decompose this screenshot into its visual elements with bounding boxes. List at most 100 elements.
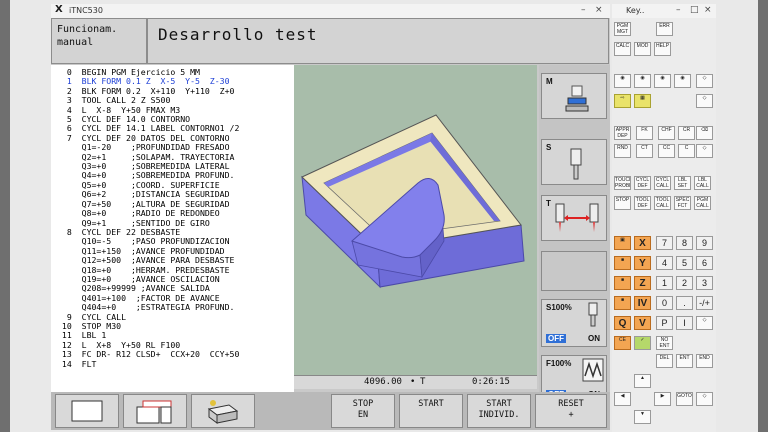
keypad-maximize-button[interactable]: □ xyxy=(690,5,699,15)
key-del[interactable]: DEL xyxy=(656,354,673,368)
softkey-1[interactable] xyxy=(55,394,119,428)
key-mod[interactable]: MOD xyxy=(634,42,651,56)
key-digit-10[interactable]: . xyxy=(676,296,693,310)
key-digit-5[interactable]: 6 xyxy=(696,256,713,270)
key-cycle-16[interactable]: SPEC FCT xyxy=(674,196,691,210)
key-side-b[interactable]: ◇ xyxy=(696,144,713,158)
key-cycle-10[interactable]: CYCL CALL xyxy=(654,176,671,190)
key-digit-6[interactable]: 1 xyxy=(656,276,673,290)
key-side-a[interactable]: ⌫ xyxy=(696,126,713,140)
spindle-override-panel[interactable]: S100% OFF ON xyxy=(541,299,607,347)
key-orange-3[interactable]: ■ xyxy=(614,296,631,310)
spindle-icon xyxy=(570,148,582,180)
reset-button[interactable]: RESET + xyxy=(535,394,607,428)
key-path-2[interactable]: CHF xyxy=(658,126,675,140)
key-cycle-15[interactable]: TOOL CALL xyxy=(654,196,671,210)
softkey-3[interactable] xyxy=(191,394,255,428)
m-function-panel[interactable]: M xyxy=(541,73,607,119)
key-digit-9[interactable]: 0 xyxy=(656,296,673,310)
key-cycle-12[interactable]: LBL CALL xyxy=(694,176,711,190)
minimize-button[interactable]: – xyxy=(581,5,586,15)
key-ent[interactable]: ENT xyxy=(676,354,693,368)
key-path-3[interactable]: CR xyxy=(678,126,695,140)
key-path-0[interactable]: APPR DEP xyxy=(614,126,631,140)
key-axis-iv[interactable]: IV xyxy=(634,296,651,310)
softkey-2[interactable] xyxy=(123,394,187,428)
close-button[interactable]: × xyxy=(595,5,603,15)
key-path-1[interactable]: FK xyxy=(636,126,653,140)
key-digit-11[interactable]: -/+ xyxy=(696,296,713,310)
machine-mode-line1: Funcionam. xyxy=(57,24,118,35)
key-positioning-mode[interactable]: ◉ xyxy=(654,74,671,88)
key-calc[interactable]: CALC xyxy=(614,42,631,56)
key-manual-mode[interactable]: ◉ xyxy=(614,74,631,88)
key-digit-0[interactable]: 7 xyxy=(656,236,673,250)
spindle-on-toggle[interactable]: ON xyxy=(588,334,600,343)
key-i[interactable]: I xyxy=(676,316,693,330)
key-end[interactable]: END xyxy=(696,354,713,368)
key-program-run-full[interactable]: ⇨ xyxy=(614,94,631,108)
view-3planes-icon xyxy=(136,400,172,424)
key-digit-8[interactable]: 3 xyxy=(696,276,713,290)
key-cycle-11[interactable]: LBL SET xyxy=(674,176,691,190)
key-axis-y[interactable]: Y xyxy=(634,256,651,270)
key-cycle-9[interactable]: CYCL DEF xyxy=(634,176,651,190)
start-label: START xyxy=(418,399,444,409)
key-no-ent[interactable]: NO ENT xyxy=(656,336,673,350)
cnc-screen: Funcionam. manual Desarrollo test 0 BEGI… xyxy=(51,18,610,430)
key-goto[interactable]: GOTO xyxy=(676,392,693,406)
key-err[interactable]: ERR xyxy=(656,22,673,36)
status-separator: • xyxy=(410,377,416,387)
key-nav-2[interactable]: ◇ xyxy=(696,94,713,108)
key-digit-1[interactable]: 8 xyxy=(676,236,693,250)
key-help[interactable]: HELP xyxy=(654,42,671,56)
key-check[interactable]: ✓ xyxy=(634,336,651,350)
key-cycle-17[interactable]: PGM CALL xyxy=(694,196,711,210)
start-button[interactable]: START xyxy=(399,394,463,428)
key-cycle-8[interactable]: TOUCH PROBE xyxy=(614,176,631,190)
s-label: S xyxy=(546,143,552,152)
tool-panel[interactable]: T xyxy=(541,195,607,241)
key-cycle-13[interactable]: STOP xyxy=(614,196,631,210)
key-program-run-single[interactable]: ◉ xyxy=(674,74,691,88)
stop-at-button[interactable]: STOP EN xyxy=(331,394,395,428)
key-path-7[interactable]: C xyxy=(678,144,695,158)
feed-icon xyxy=(582,358,604,382)
machine-mode-label: Funcionam. manual xyxy=(51,18,147,64)
spindle-panel[interactable]: S xyxy=(541,139,607,185)
key-p[interactable]: P xyxy=(656,316,673,330)
key-path-4[interactable]: RND xyxy=(614,144,631,158)
key-digit-3[interactable]: 4 xyxy=(656,256,673,270)
key-nav-1[interactable]: ◇ xyxy=(696,74,713,88)
key-axis-z[interactable]: Z xyxy=(634,276,651,290)
key-digit-4[interactable]: 5 xyxy=(676,256,693,270)
key-ce[interactable]: CE xyxy=(614,336,631,350)
start-single-button[interactable]: START INDIVID. xyxy=(467,394,531,428)
key-orange-2[interactable]: ■ xyxy=(614,276,631,290)
key-actual-pos[interactable]: ▣ xyxy=(614,236,631,250)
key-axis-x[interactable]: X xyxy=(634,236,651,250)
key-handwheel-mode[interactable]: ◉ xyxy=(634,74,651,88)
key-arrow-left[interactable]: ◀ xyxy=(614,392,631,406)
key-pgm-mgt[interactable]: PGM MGT xyxy=(614,22,631,36)
spindle-off-toggle[interactable]: OFF xyxy=(546,334,566,343)
key-arrow[interactable]: ◇ xyxy=(696,316,713,330)
key-path-6[interactable]: CC xyxy=(658,144,675,158)
key-q[interactable]: Q xyxy=(614,316,631,330)
key-digit-7[interactable]: 2 xyxy=(676,276,693,290)
key-cycle-14[interactable]: TOOL DEF xyxy=(634,196,651,210)
key-axis-v[interactable]: V xyxy=(634,316,651,330)
key-arrow-right[interactable]: ▶ xyxy=(654,392,671,406)
3d-simulation-view[interactable] xyxy=(294,65,537,375)
key-extra[interactable]: ◇ xyxy=(696,392,713,406)
key-digit-2[interactable]: 9 xyxy=(696,236,713,250)
program-line[interactable]: 14 FLT xyxy=(57,359,294,369)
keypad-close-button[interactable]: × xyxy=(704,5,712,15)
key-arrow-up[interactable]: ▲ xyxy=(634,374,651,388)
key-path-5[interactable]: CT xyxy=(636,144,653,158)
program-listing[interactable]: 0 BEGIN PGM Ejercicio 5 MM 1 BLK FORM 0.… xyxy=(51,65,294,410)
key-arrow-down[interactable]: ▼ xyxy=(634,410,651,424)
key-orange-1[interactable]: ■ xyxy=(614,256,631,270)
key-edit-mode[interactable]: ▦ xyxy=(634,94,651,108)
keypad-minimize-button[interactable]: – xyxy=(676,5,681,15)
